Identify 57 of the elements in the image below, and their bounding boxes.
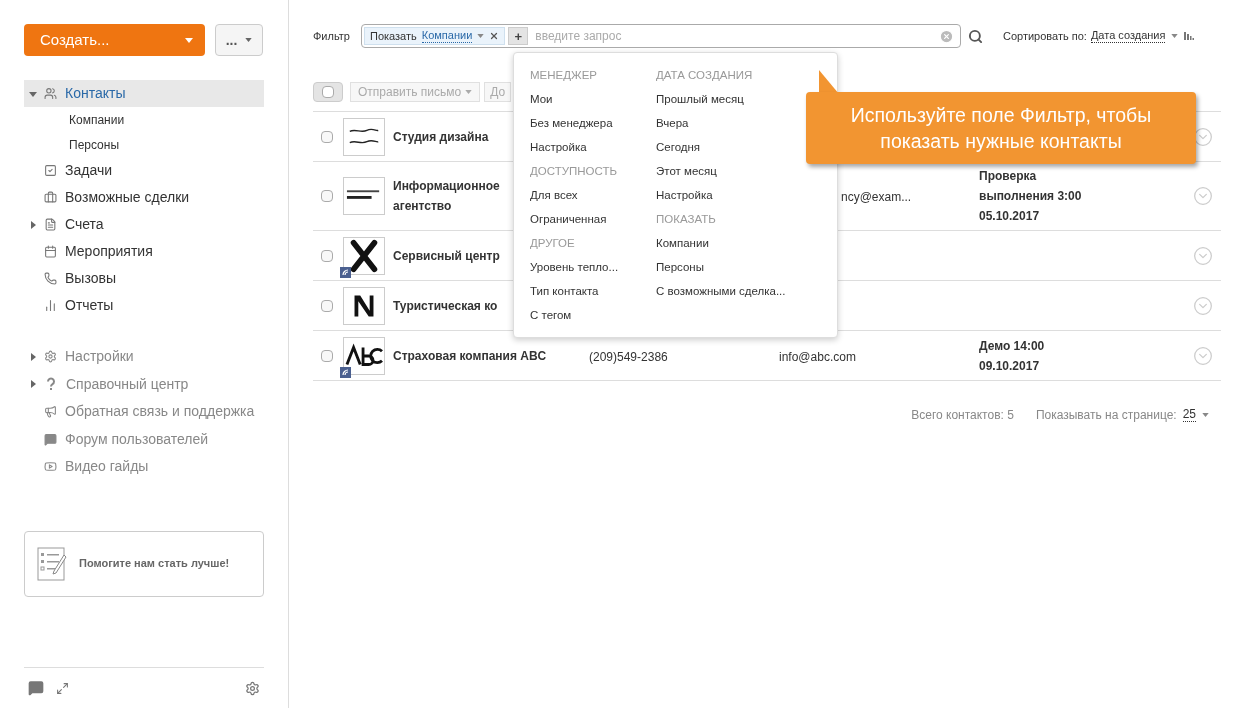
task-text: 05.10.2017 [979, 208, 1041, 225]
feedback-text: Помогите нам стать лучше! [79, 556, 230, 572]
menu-heading: ПОКАЗАТЬ [656, 212, 717, 227]
company-name[interactable]: Страховая компания ABC [393, 345, 553, 366]
nav-item[interactable]: Видео гайды [24, 453, 264, 481]
phone-number: (209)549-2386 [589, 349, 668, 364]
feedback-card[interactable]: Помогите нам стать лучше! [24, 530, 264, 597]
task-text: выполнения 3:00 [979, 188, 1083, 205]
per-page-label: Показывать на странице: [1035, 407, 1177, 424]
nav-item[interactable]: Задачи [24, 157, 264, 184]
nav-item[interactable]: Вызовы [24, 265, 264, 292]
menu-item[interactable]: С тегом [530, 303, 656, 327]
menu-item[interactable]: С возможными сделка... [656, 279, 826, 303]
sort-value[interactable]: Дата создания [1090, 29, 1166, 43]
filter-label: Фильтр [313, 28, 351, 44]
nav-item[interactable]: Настройки [24, 343, 264, 371]
email-link[interactable]: info@abc.com [779, 349, 856, 364]
task-text: Проверка [979, 168, 1038, 185]
more-button[interactable]: ... [215, 24, 263, 56]
menu-heading: ДОСТУПНОСТЬ [530, 164, 618, 179]
menu-item[interactable]: Тип контакта [530, 279, 656, 303]
tooltip-text: Используйте поле Фильтр, чтобы показать нужные контакты [849, 103, 1153, 154]
tag-label: Показать [370, 28, 417, 44]
tag-value[interactable]: Компании [421, 29, 473, 43]
menu-item[interactable]: Компании [656, 231, 826, 255]
add-filter-button[interactable]: + [508, 27, 529, 45]
menu-item[interactable]: Для всех [530, 183, 656, 207]
query-input[interactable]: введите запрос [535, 27, 936, 45]
nav-item[interactable]: Счета [24, 211, 264, 238]
nav-item[interactable]: Справочный центр [24, 370, 264, 398]
total-count: Всего контактов: 5 [911, 407, 1014, 424]
nav-item[interactable]: Мероприятия [24, 238, 264, 265]
filter-field[interactable]: Показать Компании + введите запрос [361, 24, 961, 48]
menu-heading: МЕНЕДЖЕР [530, 68, 598, 83]
menu-item[interactable]: Этот месяц [656, 159, 826, 183]
task-text: Демо 14:00 [979, 337, 1046, 355]
per-page-value[interactable]: 25 [1182, 408, 1196, 422]
nav-item[interactable]: Обратная связь и поддержка [24, 398, 264, 426]
nav-subitem[interactable]: Персоны [24, 132, 264, 157]
menu-item[interactable]: Настройка [530, 135, 656, 159]
nav-item[interactable]: Форум пользователей [24, 425, 264, 453]
filter-tag[interactable]: Показать Компании [364, 27, 506, 45]
menu-item[interactable]: Мои [530, 87, 656, 111]
menu-item[interactable]: Без менеджера [530, 111, 656, 135]
email-link[interactable]: ncy@exam... [841, 190, 912, 204]
nav-item[interactable]: Отчеты [24, 292, 264, 319]
menu-heading: ДАТА СОЗДАНИЯ [656, 68, 754, 83]
sort-label: Сортировать по: [1003, 28, 1087, 44]
nav-subitem[interactable]: Компании [24, 107, 264, 132]
nav-item[interactable]: Возможные сделки [24, 184, 264, 211]
menu-item[interactable]: Персоны [656, 255, 826, 279]
menu-item[interactable]: Настройка [656, 183, 826, 207]
menu-heading: ДРУГОЕ [530, 236, 576, 251]
menu-item[interactable]: Ограниченная [530, 207, 656, 231]
task-text: 09.10.2017 [979, 357, 1041, 375]
nav-item[interactable]: Контакты [24, 80, 264, 107]
menu-item[interactable]: Уровень тепло... [530, 255, 656, 279]
